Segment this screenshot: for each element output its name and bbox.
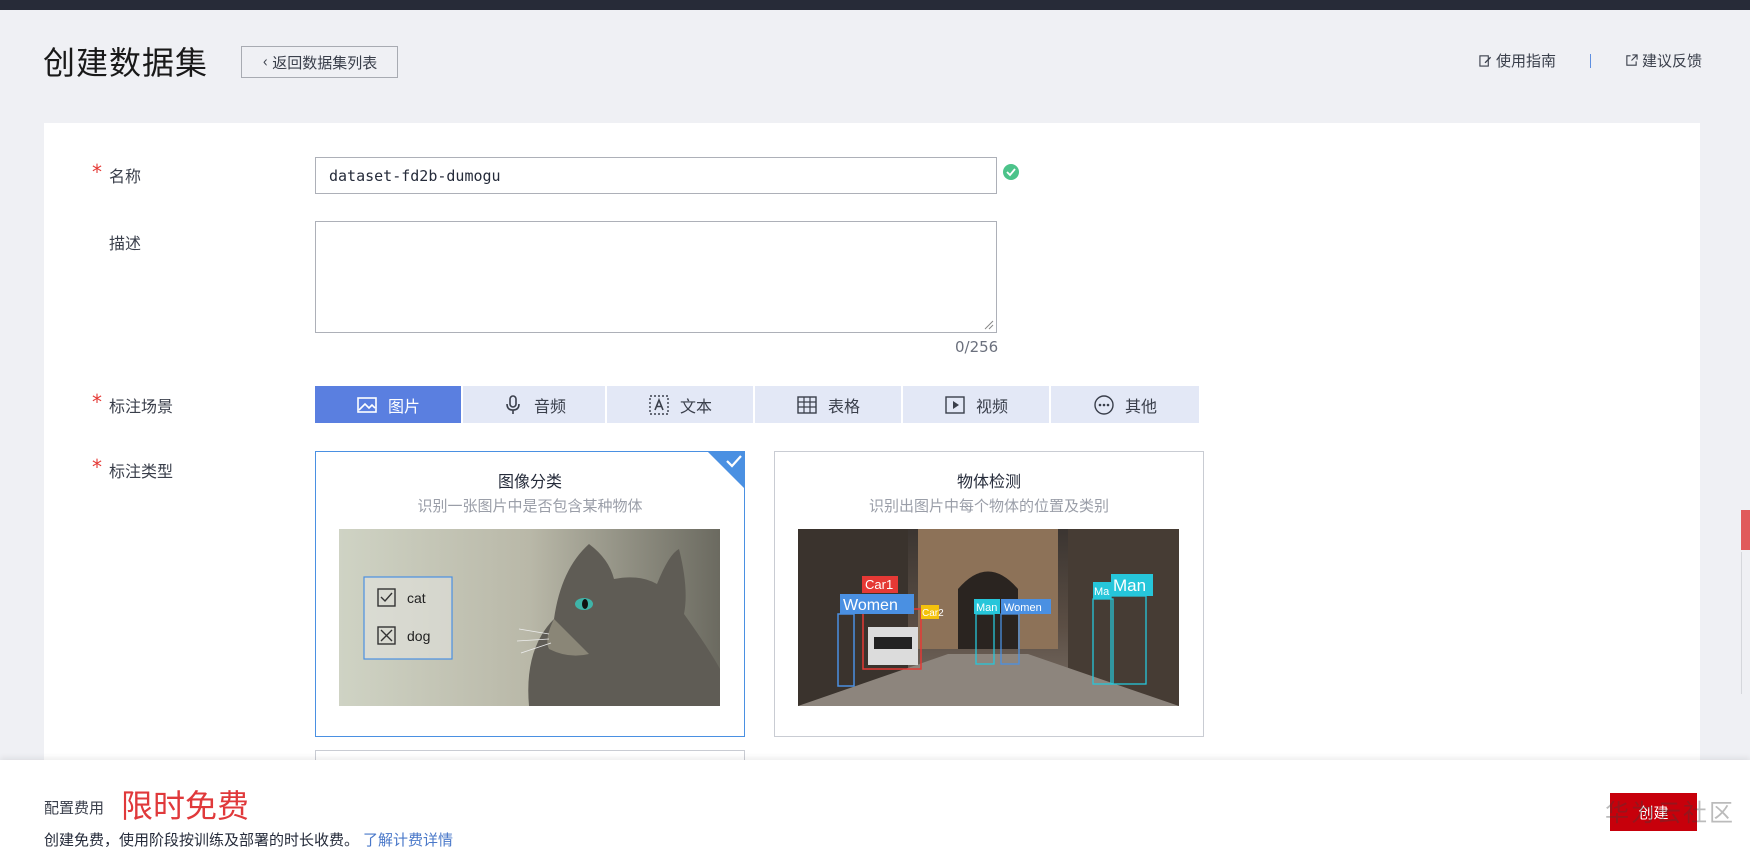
- type-card-title: 图像分类: [497, 472, 562, 491]
- table-icon: [797, 395, 817, 414]
- page-title: 创建数据集: [43, 44, 209, 82]
- name-label: * 名称: [92, 160, 142, 187]
- class-label-dog: dog: [407, 628, 430, 644]
- video-icon: [945, 395, 965, 414]
- fee-value: 限时免费: [121, 787, 250, 825]
- scene-tabs: 图片 音频 文本 表格 视频 其他: [315, 386, 1199, 423]
- class-label-cat: cat: [407, 590, 426, 606]
- detection-example-image: Car1 Women Car2 Man Women Ma Man: [798, 529, 1179, 706]
- det-label-women: Women: [843, 597, 898, 614]
- scene-tab-label: 文本: [679, 396, 712, 416]
- annotation-type-label-text: 标注类型: [109, 462, 174, 481]
- scene-tab-text[interactable]: 文本: [607, 386, 753, 423]
- microphone-icon: [506, 394, 520, 414]
- usage-guide-link[interactable]: 使用指南: [1479, 50, 1556, 71]
- det-label-car1: Car1: [865, 577, 893, 592]
- description-counter: 0/256: [955, 338, 999, 356]
- classification-example-image: cat dog: [339, 529, 720, 706]
- name-input-value: dataset-fd2b-dumogu: [329, 166, 501, 185]
- required-asterisk: *: [92, 455, 102, 479]
- scene-tab-audio[interactable]: 音频: [463, 386, 605, 423]
- create-button[interactable]: 创建: [1610, 793, 1697, 831]
- scene-tab-table[interactable]: 表格: [755, 386, 901, 423]
- annotation-type-label: * 标注类型: [92, 455, 174, 482]
- scene-tab-other[interactable]: 其他: [1051, 386, 1199, 423]
- scene-tab-label: 音频: [533, 396, 566, 416]
- type-card-subtitle: 识别出图片中每个物体的位置及类别: [868, 497, 1109, 515]
- back-button-label: 返回数据集列表: [272, 53, 378, 72]
- side-floating-tab[interactable]: [1741, 510, 1750, 550]
- fee-label: 配置费用: [44, 799, 105, 817]
- required-asterisk: *: [92, 160, 102, 184]
- det-label-man-2: Man: [1113, 576, 1146, 595]
- scene-tab-label: 视频: [975, 396, 1008, 416]
- scene-tab-label: 表格: [827, 396, 860, 416]
- type-card-object-detection[interactable]: 物体检测 识别出图片中每个物体的位置及类别 Car1 Women Car2 Ma…: [774, 451, 1204, 737]
- description-label-text: 描述: [109, 234, 142, 253]
- feedback-link[interactable]: 建议反馈: [1625, 50, 1702, 71]
- name-input[interactable]: dataset-fd2b-dumogu: [315, 157, 997, 194]
- name-label-text: 名称: [109, 167, 142, 186]
- scene-tab-label: 其他: [1124, 396, 1157, 416]
- more-icon: [1094, 394, 1114, 415]
- det-label-women-2: Women: [1004, 602, 1042, 614]
- selected-check-icon: [707, 451, 745, 489]
- footer-bar: 配置费用 限时免费 创建免费，使用阶段按训练及部署的时长收费。 了解计费详情 创建…: [0, 760, 1750, 850]
- description-textarea[interactable]: [315, 221, 997, 333]
- scene-tab-label: 图片: [387, 396, 420, 416]
- external-link-icon: [1626, 54, 1638, 66]
- chevron-left-icon: ‹: [262, 52, 268, 71]
- type-card-title: 物体检测: [956, 472, 1021, 491]
- fee-description-text: 创建免费，使用阶段按训练及部署的时长收费。: [44, 831, 360, 849]
- scene-label: * 标注场景: [92, 390, 174, 417]
- required-asterisk: *: [92, 390, 102, 414]
- scene-label-text: 标注场景: [109, 397, 174, 416]
- check-circle-icon: [1003, 164, 1019, 180]
- side-panel-edge: [1741, 552, 1750, 694]
- feedback-label: 建议反馈: [1641, 52, 1702, 70]
- pricing-details-link[interactable]: 了解计费详情: [363, 831, 453, 849]
- text-icon: [649, 394, 669, 415]
- type-card-image-classification[interactable]: 图像分类 识别一张图片中是否包含某种物体 cat dog: [315, 451, 745, 737]
- usage-guide-label: 使用指南: [1495, 52, 1556, 70]
- top-links: 使用指南 建议反馈: [1479, 50, 1702, 71]
- type-card-subtitle: 识别一张图片中是否包含某种物体: [417, 497, 643, 515]
- image-icon: [357, 396, 377, 413]
- top-bar: [0, 0, 1750, 10]
- det-label-man: Man: [976, 602, 997, 614]
- back-to-dataset-list-button[interactable]: ‹ 返回数据集列表: [241, 46, 398, 78]
- edit-doc-icon: [1479, 55, 1492, 67]
- det-label-car2: Car2: [922, 608, 944, 619]
- link-divider: [1589, 53, 1591, 68]
- det-label-ma: Ma: [1094, 586, 1110, 598]
- scene-tab-image[interactable]: 图片: [315, 386, 461, 423]
- fee-description: 创建免费，使用阶段按训练及部署的时长收费。 了解计费详情: [44, 829, 453, 850]
- description-label: 描述: [109, 230, 141, 254]
- resize-grip-icon[interactable]: [984, 320, 994, 330]
- scene-tab-video[interactable]: 视频: [903, 386, 1049, 423]
